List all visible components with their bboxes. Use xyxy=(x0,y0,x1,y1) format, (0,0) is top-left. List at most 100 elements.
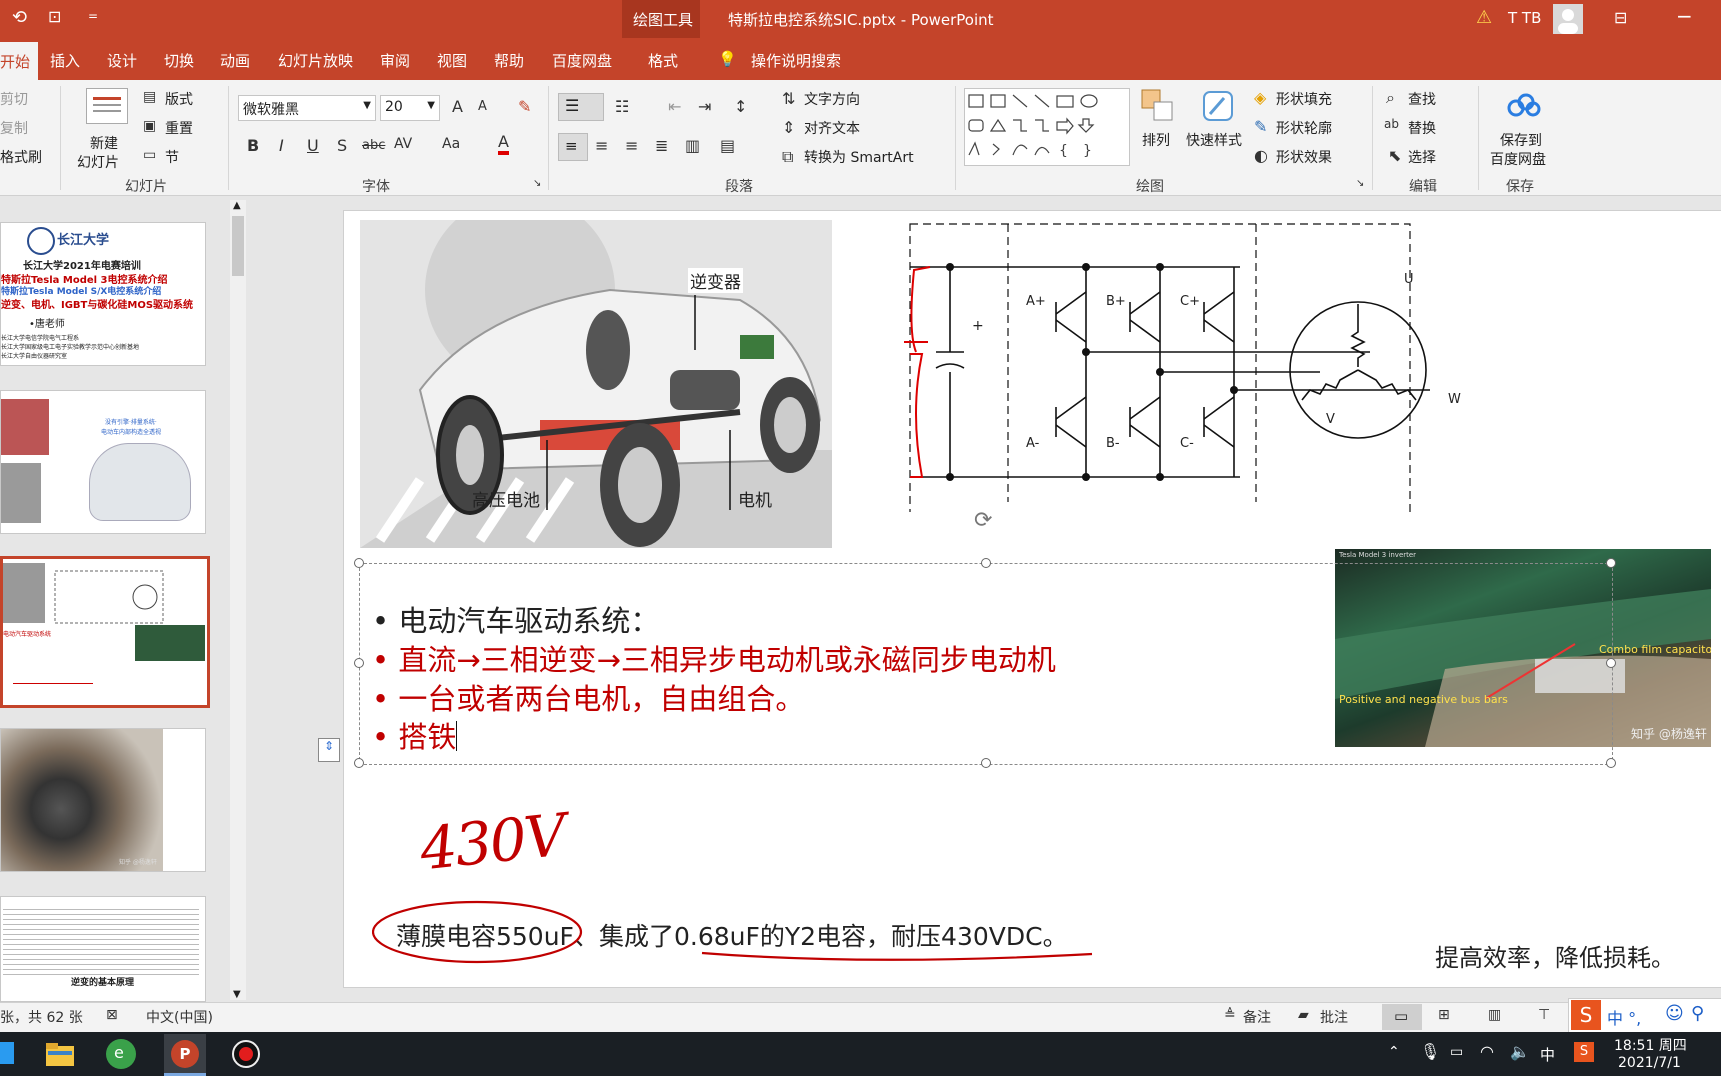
tab-format[interactable]: 格式 xyxy=(648,50,678,71)
tab-transitions[interactable]: 切换 xyxy=(164,50,194,71)
notes-button[interactable]: 备注 xyxy=(1243,1007,1271,1027)
resize-handle[interactable] xyxy=(354,758,364,768)
tab-design[interactable]: 设计 xyxy=(107,50,137,71)
resize-handle[interactable] xyxy=(1606,558,1616,568)
file-explorer-icon[interactable] xyxy=(44,1040,76,1068)
resize-handle[interactable] xyxy=(1606,658,1616,668)
reset-button[interactable]: 重置 xyxy=(165,118,193,138)
tell-me-search[interactable]: 操作说明搜索 xyxy=(751,50,841,71)
ime-indicator[interactable]: 中 xyxy=(1540,1044,1555,1065)
wifi-icon[interactable]: ◠ xyxy=(1480,1042,1494,1061)
clear-format-icon[interactable]: ✎ xyxy=(518,97,531,116)
distributed-icon[interactable]: ▥ xyxy=(685,136,700,155)
shrink-font-icon[interactable]: A xyxy=(478,99,487,114)
save-to-baidu-button[interactable]: 保存到 xyxy=(1500,130,1542,150)
slide-thumbnail-3-selected[interactable]: 电动汽车驱动系统 xyxy=(0,556,210,708)
bullet-2[interactable]: • 直流→三相逆变→三相异步电动机或永磁同步电动机 xyxy=(372,637,1056,679)
slide-thumbnail-1[interactable]: 长江大学 长江大学2021年电赛培训 特斯拉Tesla Model 3电控系统介… xyxy=(0,222,206,366)
clock-time[interactable]: 18:51 周四 xyxy=(1614,1035,1687,1055)
align-center-icon[interactable]: ≡ xyxy=(595,136,608,155)
sogou-tray-icon[interactable]: S xyxy=(1574,1042,1594,1062)
minimize-icon[interactable]: − xyxy=(1676,4,1693,28)
present-icon[interactable]: ⊡ xyxy=(48,7,61,26)
scrollbar-thumb[interactable] xyxy=(232,216,244,276)
tab-animations[interactable]: 动画 xyxy=(220,50,250,71)
new-slide-button[interactable]: 新建 xyxy=(90,133,118,153)
copy-button[interactable]: 复制 xyxy=(0,118,28,138)
numbered-list-icon[interactable]: ☷ xyxy=(615,97,629,116)
slideshow-view-icon[interactable]: ⊤ xyxy=(1538,1007,1550,1023)
bold-button[interactable]: B xyxy=(247,136,259,155)
tray-expand-icon[interactable]: ⌃ xyxy=(1388,1044,1400,1060)
tab-help[interactable]: 帮助 xyxy=(494,50,524,71)
align-left-button[interactable]: ≡ xyxy=(558,133,588,161)
bullets-button[interactable]: ☰ xyxy=(558,93,604,121)
autosave-icon[interactable]: ⟲ xyxy=(12,7,27,28)
replace-button[interactable]: 替换 xyxy=(1408,118,1436,138)
tab-view[interactable]: 视图 xyxy=(437,50,467,71)
slide-thumbnail-2[interactable]: 没有引擎·排量系统· 电动车内部构造全透视 xyxy=(0,390,206,534)
user-name[interactable]: T TB xyxy=(1508,9,1541,27)
ribbon-display-icon[interactable]: ⊟ xyxy=(1614,8,1627,27)
shape-fill-button[interactable]: 形状填充 xyxy=(1276,89,1332,109)
arrange-button[interactable]: 排列 xyxy=(1142,130,1170,150)
quick-styles-button[interactable]: 快速样式 xyxy=(1186,130,1242,150)
char-spacing-button[interactable]: AV xyxy=(394,136,412,152)
scroll-down-icon[interactable]: ▼ xyxy=(233,989,241,1000)
tray-mic-icon[interactable]: 🎙 xyxy=(1420,1042,1440,1061)
quick-access-more-icon[interactable]: = xyxy=(88,9,98,23)
tab-slideshow[interactable]: 幻灯片放映 xyxy=(278,50,353,71)
resize-handle[interactable] xyxy=(1606,758,1616,768)
grow-font-icon[interactable]: A xyxy=(452,97,463,116)
tab-baidu[interactable]: 百度网盘 xyxy=(552,50,612,71)
clock-date[interactable]: 2021/7/1 xyxy=(1618,1055,1681,1071)
line-spacing-icon[interactable]: ↕ xyxy=(734,97,747,116)
justify-icon[interactable]: ≣ xyxy=(655,136,668,155)
smartart-button[interactable]: 转换为 SmartArt xyxy=(804,147,914,167)
tab-insert[interactable]: 插入 xyxy=(50,50,80,71)
slide-thumbnail-4[interactable]: 知乎 @杨逸轩 xyxy=(0,728,206,872)
shadow-button[interactable]: S xyxy=(337,136,347,155)
battery-icon[interactable]: ▭ xyxy=(1450,1044,1463,1060)
slide-sorter-icon[interactable]: ⊞ xyxy=(1438,1007,1450,1023)
select-button[interactable]: 选择 xyxy=(1408,147,1436,167)
browser-icon[interactable]: e xyxy=(106,1039,136,1069)
dialog-launcher-icon[interactable]: ↘ xyxy=(533,178,541,189)
font-name-combo[interactable]: 微软雅黑 ▼ xyxy=(238,95,376,121)
warning-icon[interactable]: ⚠ xyxy=(1476,7,1492,28)
cut-button[interactable]: 剪切 xyxy=(0,89,28,109)
resize-handle[interactable] xyxy=(981,758,991,768)
align-right-icon[interactable]: ≡ xyxy=(625,136,638,155)
ime-toolbar[interactable]: S 中 °, ☺ ⚲ xyxy=(1568,998,1721,1034)
layout-button[interactable]: 版式 xyxy=(165,89,193,109)
scroll-up-icon[interactable]: ▲ xyxy=(233,200,241,211)
italic-button[interactable]: I xyxy=(279,136,284,155)
shape-outline-button[interactable]: 形状轮廓 xyxy=(1276,118,1332,138)
normal-view-button[interactable]: ▭ xyxy=(1382,1004,1422,1030)
reading-view-icon[interactable]: ▥ xyxy=(1488,1007,1501,1023)
tab-review[interactable]: 审阅 xyxy=(380,50,410,71)
bullet-3[interactable]: • 一台或者两台电机，自由组合。 xyxy=(372,676,804,718)
slide-thumbnail-5[interactable]: 逆变的基本原理 xyxy=(0,896,206,1002)
align-text-button[interactable]: 对齐文本 xyxy=(804,118,860,138)
decrease-indent-icon[interactable]: ⇤ xyxy=(668,97,681,116)
resize-handle[interactable] xyxy=(354,658,364,668)
new-slide-button-line2[interactable]: 幻灯片 xyxy=(77,152,119,172)
spellcheck-icon[interactable]: ⊠ xyxy=(106,1007,118,1023)
font-color-button[interactable]: A xyxy=(498,133,509,155)
tab-home[interactable]: 开始 xyxy=(0,42,38,80)
comments-button[interactable]: 批注 xyxy=(1320,1007,1348,1027)
font-size-combo[interactable]: 20 ▼ xyxy=(380,95,440,121)
change-case-button[interactable]: Aa xyxy=(442,136,460,152)
shapes-gallery[interactable]: {} xyxy=(964,88,1130,166)
language-indicator[interactable]: 中文(中国) xyxy=(146,1007,213,1027)
resize-handle[interactable] xyxy=(354,558,364,568)
start-button-edge[interactable] xyxy=(0,1042,14,1064)
columns-icon[interactable]: ▤ xyxy=(720,136,735,155)
bullet-4[interactable]: • 搭铁 xyxy=(372,714,458,756)
volume-icon[interactable]: 🔈 xyxy=(1510,1042,1530,1061)
section-button[interactable]: 节 xyxy=(165,147,179,167)
increase-indent-icon[interactable]: ⇥ xyxy=(698,97,711,116)
save-to-baidu-button-line2[interactable]: 百度网盘 xyxy=(1490,149,1546,169)
format-painter-button[interactable]: 格式刷 xyxy=(0,147,42,167)
